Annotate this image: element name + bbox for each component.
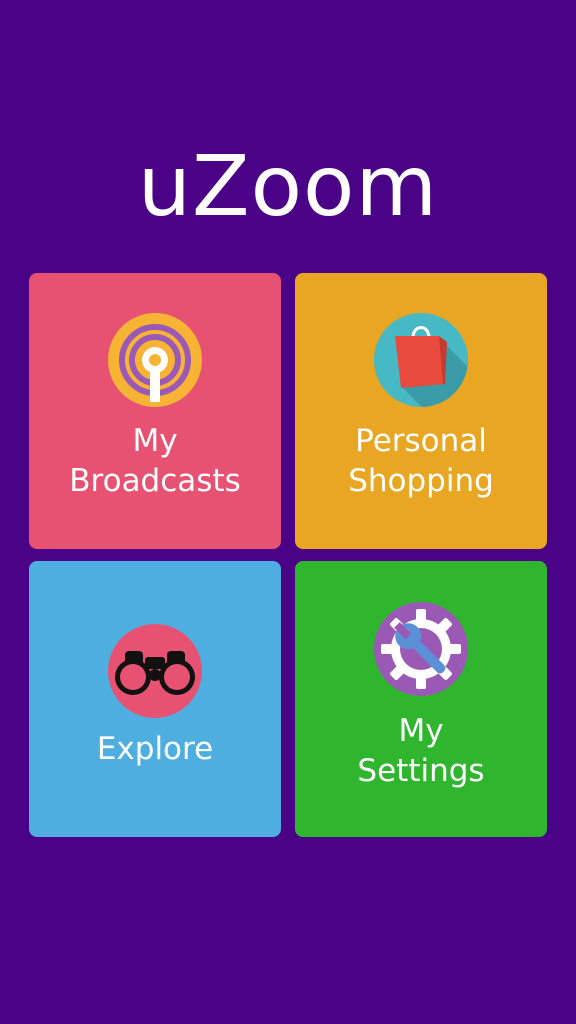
explore-label: Explore: [96, 731, 214, 767]
app-logo: uZoom: [137, 137, 439, 235]
broadcast-icon: [107, 312, 203, 408]
shopping-bag-icon: [373, 312, 469, 408]
my-settings-label: My Settings: [357, 713, 485, 789]
personal-shopping-label: Personal Shopping: [348, 423, 494, 499]
my-broadcasts-tile[interactable]: My Broadcasts: [29, 273, 281, 549]
binoculars-icon: [107, 623, 203, 719]
settings-gear-wrench-icon: [373, 601, 469, 697]
my-settings-tile[interactable]: My Settings: [295, 561, 547, 837]
personal-shopping-tile[interactable]: Personal Shopping: [295, 273, 547, 549]
explore-tile[interactable]: Explore: [29, 561, 281, 837]
home-screen: uZoom My Broadcasts Personal Shopping Ex…: [0, 0, 576, 1024]
my-broadcasts-label: My Broadcasts: [69, 423, 241, 499]
